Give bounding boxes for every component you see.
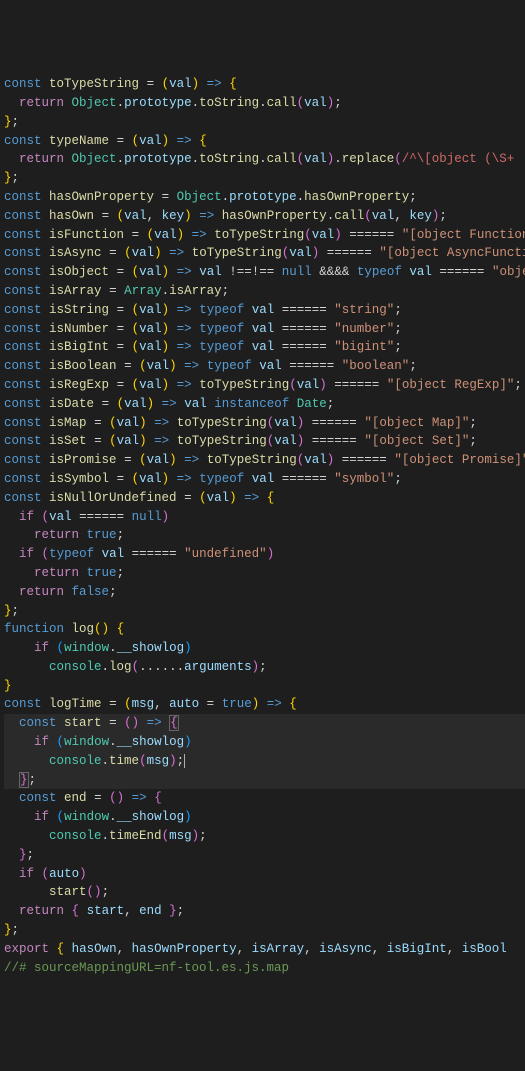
code-line[interactable]: if (auto)	[4, 865, 525, 884]
code-line[interactable]: return { start, end };	[4, 902, 525, 921]
code-line[interactable]: const hasOwn = (val, key) => hasOwnPrope…	[4, 207, 525, 226]
code-editor[interactable]: const toTypeString = (val) => { return O…	[4, 75, 525, 977]
code-line[interactable]: };	[4, 169, 525, 188]
code-line[interactable]: const isBoolean = (val) => typeof val ==…	[4, 357, 525, 376]
code-line[interactable]: const isMap = (val) => toTypeString(val)…	[4, 414, 525, 433]
code-line[interactable]: if (typeof val ====== "undefined")	[4, 545, 525, 564]
code-line[interactable]: console.log(......arguments);	[4, 658, 525, 677]
code-line[interactable]: const isArray = Array.isArray;	[4, 282, 525, 301]
code-line[interactable]: const toTypeString = (val) => {	[4, 75, 525, 94]
code-line[interactable]: const isSet = (val) => toTypeString(val)…	[4, 432, 525, 451]
code-line[interactable]: return false;	[4, 583, 525, 602]
code-line[interactable]: };	[4, 771, 525, 790]
code-line[interactable]: const typeName = (val) => {	[4, 132, 525, 151]
code-line[interactable]: if (window.__showlog)	[4, 733, 525, 752]
code-line[interactable]: const isPromise = (val) => toTypeString(…	[4, 451, 525, 470]
code-line[interactable]: const end = () => {	[4, 789, 525, 808]
code-line[interactable]: console.time(msg);	[4, 752, 525, 771]
code-line[interactable]: if (window.__showlog)	[4, 639, 525, 658]
code-line[interactable]: const isBigInt = (val) => typeof val ===…	[4, 338, 525, 357]
code-line[interactable]: start();	[4, 883, 525, 902]
code-line[interactable]: };	[4, 921, 525, 940]
code-line[interactable]: const isString = (val) => typeof val ===…	[4, 301, 525, 320]
code-line[interactable]: const isNumber = (val) => typeof val ===…	[4, 320, 525, 339]
code-line[interactable]: const start = () => {	[4, 714, 525, 733]
code-line[interactable]: };	[4, 602, 525, 621]
code-line[interactable]: console.timeEnd(msg);	[4, 827, 525, 846]
code-line[interactable]: };	[4, 113, 525, 132]
code-line[interactable]: const hasOwnProperty = Object.prototype.…	[4, 188, 525, 207]
code-line[interactable]: const isRegExp = (val) => toTypeString(v…	[4, 376, 525, 395]
code-line[interactable]: const isSymbol = (val) => typeof val ===…	[4, 470, 525, 489]
code-line[interactable]: return true;	[4, 564, 525, 583]
code-line[interactable]: const isFunction = (val) => toTypeString…	[4, 226, 525, 245]
code-line[interactable]: //# sourceMappingURL=nf-tool.es.js.map	[4, 959, 525, 978]
code-line[interactable]: const isAsync = (val) => toTypeString(va…	[4, 244, 525, 263]
code-line[interactable]: if (window.__showlog)	[4, 808, 525, 827]
code-line[interactable]: return Object.prototype.toString.call(va…	[4, 150, 525, 169]
code-line[interactable]: const isObject = (val) => val !==!== nul…	[4, 263, 525, 282]
code-line[interactable]: function log() {	[4, 620, 525, 639]
code-line[interactable]: return true;	[4, 526, 525, 545]
code-line[interactable]: const isDate = (val) => val instanceof D…	[4, 395, 525, 414]
code-line[interactable]: const logTime = (msg, auto = true) => {	[4, 695, 525, 714]
code-line[interactable]: const isNullOrUndefined = (val) => {	[4, 489, 525, 508]
code-line[interactable]: };	[4, 846, 525, 865]
code-line[interactable]: return Object.prototype.toString.call(va…	[4, 94, 525, 113]
code-line[interactable]: }	[4, 677, 525, 696]
code-line[interactable]: export { hasOwn, hasOwnProperty, isArray…	[4, 940, 525, 959]
code-line[interactable]: if (val ====== null)	[4, 508, 525, 527]
